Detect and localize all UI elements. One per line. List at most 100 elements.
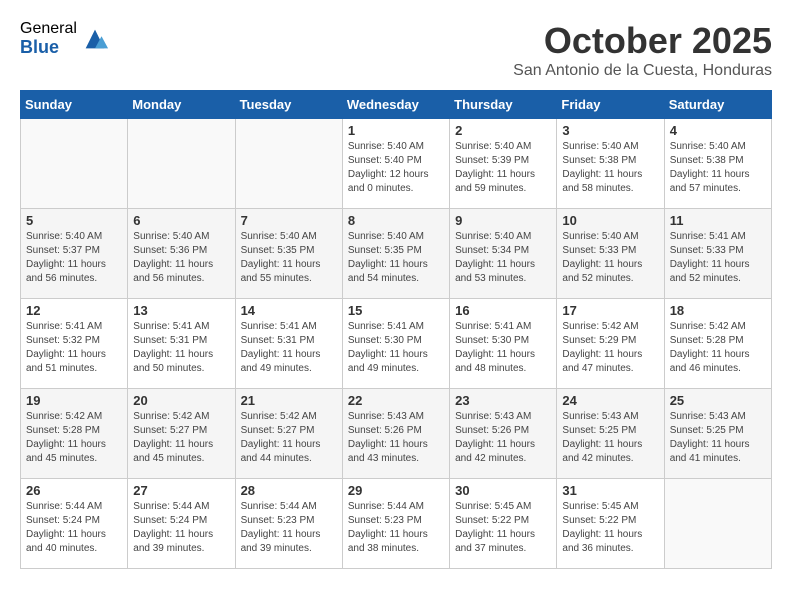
day-number: 4: [670, 123, 766, 138]
day-info: Sunrise: 5:41 AM Sunset: 5:31 PM Dayligh…: [241, 320, 337, 376]
day-info: Sunrise: 5:41 AM Sunset: 5:32 PM Dayligh…: [26, 320, 122, 376]
day-number: 13: [133, 303, 229, 318]
day-info: Sunrise: 5:40 AM Sunset: 5:35 PM Dayligh…: [348, 230, 444, 286]
day-number: 2: [455, 123, 551, 138]
day-number: 14: [241, 303, 337, 318]
calendar-cell: 19 Sunrise: 5:42 AM Sunset: 5:28 PM Dayli…: [21, 389, 128, 479]
calendar-cell: 30 Sunrise: 5:45 AM Sunset: 5:22 PM Dayli…: [450, 479, 557, 569]
calendar-cell: 17Sunrise: 5:42 AM Sunset: 5:29 PM Dayli…: [557, 299, 664, 389]
day-number: 30: [455, 483, 551, 498]
calendar-cell: 15 Sunrise: 5:41 AM Sunset: 5:30 PM Dayli…: [342, 299, 449, 389]
day-number: 12: [26, 303, 122, 318]
day-info: Sunrise: 5:40 AM Sunset: 5:34 PM Dayligh…: [455, 230, 551, 286]
week-row-2: 12 Sunrise: 5:41 AM Sunset: 5:32 PM Dayli…: [21, 299, 772, 389]
calendar-cell: 4 Sunrise: 5:40 AM Sunset: 5:38 PM Daylig…: [664, 119, 771, 209]
day-info: Sunrise: 5:40 AM Sunset: 5:38 PM Dayligh…: [670, 140, 766, 196]
day-info: Sunrise: 5:40 AM Sunset: 5:36 PM Dayligh…: [133, 230, 229, 286]
day-number: 25: [670, 393, 766, 408]
day-number: 20: [133, 393, 229, 408]
day-info: Sunrise: 5:43 AM Sunset: 5:26 PM Dayligh…: [348, 410, 444, 466]
day-number: 26: [26, 483, 122, 498]
day-info: Sunrise: 5:40 AM Sunset: 5:39 PM Dayligh…: [455, 140, 551, 196]
col-saturday: Saturday: [664, 91, 771, 119]
calendar-cell: 6 Sunrise: 5:40 AM Sunset: 5:36 PM Daylig…: [128, 209, 235, 299]
day-number: 11: [670, 213, 766, 228]
day-info: Sunrise: 5:42 AM Sunset: 5:28 PM Dayligh…: [26, 410, 122, 466]
day-info: Sunrise: 5:40 AM Sunset: 5:37 PM Dayligh…: [26, 230, 122, 286]
calendar-cell: [235, 119, 342, 209]
calendar-cell: 18 Sunrise: 5:42 AM Sunset: 5:28 PM Dayli…: [664, 299, 771, 389]
logo-icon: [81, 25, 109, 53]
calendar-cell: 26 Sunrise: 5:44 AM Sunset: 5:24 PM Dayli…: [21, 479, 128, 569]
calendar-cell: 25 Sunrise: 5:43 AM Sunset: 5:25 PM Dayli…: [664, 389, 771, 479]
col-sunday: Sunday: [21, 91, 128, 119]
day-info: Sunrise: 5:42 AM Sunset: 5:28 PM Dayligh…: [670, 320, 766, 376]
calendar-cell: 3Sunrise: 5:40 AM Sunset: 5:38 PM Daylig…: [557, 119, 664, 209]
day-info: Sunrise: 5:44 AM Sunset: 5:24 PM Dayligh…: [26, 500, 122, 556]
day-info: Sunrise: 5:43 AM Sunset: 5:26 PM Dayligh…: [455, 410, 551, 466]
day-number: 21: [241, 393, 337, 408]
logo: General Blue: [20, 20, 109, 57]
day-number: 10: [562, 213, 658, 228]
day-info: Sunrise: 5:43 AM Sunset: 5:25 PM Dayligh…: [670, 410, 766, 466]
day-number: 19: [26, 393, 122, 408]
col-tuesday: Tuesday: [235, 91, 342, 119]
page-header: General Blue October 2025 San Antonio de…: [20, 20, 772, 80]
calendar-cell: 2 Sunrise: 5:40 AM Sunset: 5:39 PM Daylig…: [450, 119, 557, 209]
calendar-cell: 22 Sunrise: 5:43 AM Sunset: 5:26 PM Dayli…: [342, 389, 449, 479]
calendar-cell: 12 Sunrise: 5:41 AM Sunset: 5:32 PM Dayli…: [21, 299, 128, 389]
col-wednesday: Wednesday: [342, 91, 449, 119]
location: San Antonio de la Cuesta, Honduras: [513, 62, 772, 80]
calendar-header: Sunday Monday Tuesday Wednesday Thursday…: [21, 91, 772, 119]
calendar-cell: 11Sunrise: 5:41 AM Sunset: 5:33 PM Dayli…: [664, 209, 771, 299]
day-info: Sunrise: 5:41 AM Sunset: 5:30 PM Dayligh…: [455, 320, 551, 376]
calendar-cell: 16Sunrise: 5:41 AM Sunset: 5:30 PM Dayli…: [450, 299, 557, 389]
calendar-cell: 10 Sunrise: 5:40 AM Sunset: 5:33 PM Dayli…: [557, 209, 664, 299]
day-number: 15: [348, 303, 444, 318]
day-number: 8: [348, 213, 444, 228]
day-number: 5: [26, 213, 122, 228]
day-info: Sunrise: 5:40 AM Sunset: 5:35 PM Dayligh…: [241, 230, 337, 286]
day-number: 6: [133, 213, 229, 228]
week-row-4: 26 Sunrise: 5:44 AM Sunset: 5:24 PM Dayli…: [21, 479, 772, 569]
day-info: Sunrise: 5:45 AM Sunset: 5:22 PM Dayligh…: [455, 500, 551, 556]
title-block: October 2025 San Antonio de la Cuesta, H…: [513, 20, 772, 80]
day-info: Sunrise: 5:40 AM Sunset: 5:33 PM Dayligh…: [562, 230, 658, 286]
calendar-cell: 27Sunrise: 5:44 AM Sunset: 5:24 PM Dayli…: [128, 479, 235, 569]
week-row-1: 5 Sunrise: 5:40 AM Sunset: 5:37 PM Daylig…: [21, 209, 772, 299]
calendar-cell: [128, 119, 235, 209]
day-info: Sunrise: 5:40 AM Sunset: 5:38 PM Dayligh…: [562, 140, 658, 196]
day-number: 22: [348, 393, 444, 408]
logo-general: General: [20, 20, 77, 38]
day-number: 31: [562, 483, 658, 498]
day-info: Sunrise: 5:45 AM Sunset: 5:22 PM Dayligh…: [562, 500, 658, 556]
day-info: Sunrise: 5:42 AM Sunset: 5:29 PM Dayligh…: [562, 320, 658, 376]
calendar-cell: 23 Sunrise: 5:43 AM Sunset: 5:26 PM Dayli…: [450, 389, 557, 479]
day-info: Sunrise: 5:42 AM Sunset: 5:27 PM Dayligh…: [241, 410, 337, 466]
calendar-body: 1 Sunrise: 5:40 AM Sunset: 5:40 PM Daylig…: [21, 119, 772, 569]
calendar-table: Sunday Monday Tuesday Wednesday Thursday…: [20, 90, 772, 569]
col-monday: Monday: [128, 91, 235, 119]
col-thursday: Thursday: [450, 91, 557, 119]
week-row-3: 19 Sunrise: 5:42 AM Sunset: 5:28 PM Dayli…: [21, 389, 772, 479]
day-number: 1: [348, 123, 444, 138]
day-info: Sunrise: 5:41 AM Sunset: 5:30 PM Dayligh…: [348, 320, 444, 376]
calendar-cell: 9Sunrise: 5:40 AM Sunset: 5:34 PM Daylig…: [450, 209, 557, 299]
day-number: 28: [241, 483, 337, 498]
month-title: October 2025: [513, 20, 772, 62]
calendar-cell: 28 Sunrise: 5:44 AM Sunset: 5:23 PM Dayli…: [235, 479, 342, 569]
calendar-cell: 1 Sunrise: 5:40 AM Sunset: 5:40 PM Daylig…: [342, 119, 449, 209]
day-number: 7: [241, 213, 337, 228]
week-row-0: 1 Sunrise: 5:40 AM Sunset: 5:40 PM Daylig…: [21, 119, 772, 209]
day-info: Sunrise: 5:40 AM Sunset: 5:40 PM Dayligh…: [348, 140, 444, 196]
day-number: 24: [562, 393, 658, 408]
day-number: 23: [455, 393, 551, 408]
day-info: Sunrise: 5:42 AM Sunset: 5:27 PM Dayligh…: [133, 410, 229, 466]
calendar-cell: 21 Sunrise: 5:42 AM Sunset: 5:27 PM Dayli…: [235, 389, 342, 479]
day-info: Sunrise: 5:44 AM Sunset: 5:24 PM Dayligh…: [133, 500, 229, 556]
logo-blue: Blue: [20, 38, 77, 58]
calendar-cell: 24Sunrise: 5:43 AM Sunset: 5:25 PM Dayli…: [557, 389, 664, 479]
day-info: Sunrise: 5:44 AM Sunset: 5:23 PM Dayligh…: [241, 500, 337, 556]
calendar-cell: 8 Sunrise: 5:40 AM Sunset: 5:35 PM Daylig…: [342, 209, 449, 299]
day-number: 18: [670, 303, 766, 318]
